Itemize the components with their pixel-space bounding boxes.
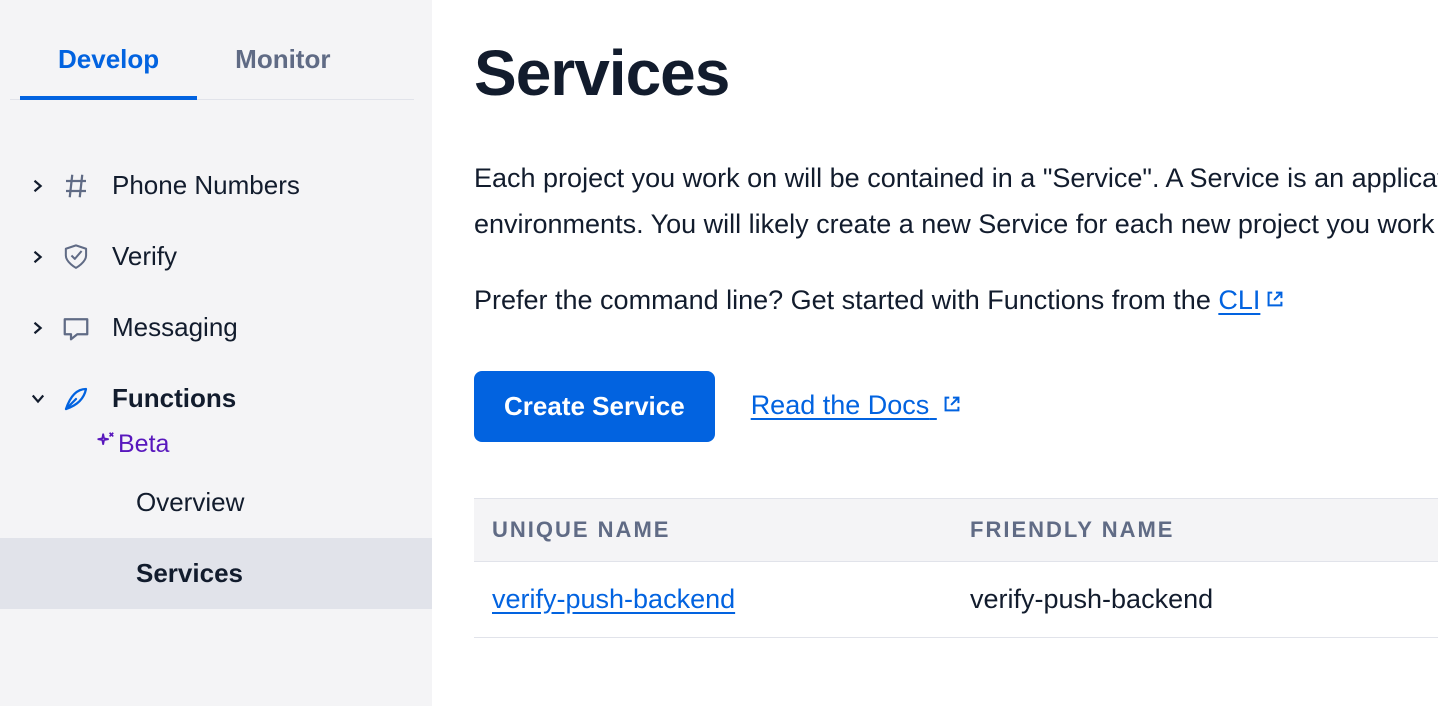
- read-docs-link[interactable]: Read the Docs: [751, 390, 963, 422]
- cli-link[interactable]: CLI: [1218, 285, 1286, 315]
- nav-item-label: Verify: [112, 241, 177, 272]
- th-friendly-name: Friendly Name: [970, 517, 1438, 543]
- sparkle-icon: [94, 430, 116, 459]
- description-line1: Each project you work on will be contain…: [474, 158, 1438, 200]
- tab-monitor[interactable]: Monitor: [197, 0, 368, 99]
- page-title: Services: [474, 36, 1438, 110]
- nav-item-messaging[interactable]: Messaging: [0, 292, 432, 363]
- tab-develop[interactable]: Develop: [20, 0, 197, 99]
- chevron-down-icon: [24, 392, 52, 406]
- sidebar-tabs: Develop Monitor: [10, 0, 414, 100]
- subnav-services[interactable]: Services: [0, 538, 432, 609]
- main-content: Services Each project you work on will b…: [432, 0, 1438, 706]
- nav-item-label: Messaging: [112, 312, 238, 343]
- actions-row: Create Service Read the Docs: [474, 371, 1438, 442]
- nav-item-functions[interactable]: Functions: [0, 363, 432, 434]
- cli-line: Prefer the command line? Get started wit…: [474, 280, 1438, 323]
- table-row: verify-push-backend verify-push-backend: [474, 562, 1438, 638]
- nav-item-verify[interactable]: Verify: [0, 221, 432, 292]
- nav-item-label: Phone Numbers: [112, 170, 300, 201]
- table-body: verify-push-backend verify-push-backend: [474, 562, 1438, 638]
- functions-submenu: Overview Services: [0, 467, 432, 609]
- hash-icon: [58, 171, 94, 201]
- chevron-right-icon: [24, 179, 52, 193]
- feather-icon: [58, 384, 94, 414]
- th-unique-name: Unique Name: [474, 517, 970, 543]
- beta-badge: Beta: [94, 430, 432, 459]
- external-link-icon: [1264, 281, 1286, 323]
- service-link[interactable]: verify-push-backend: [492, 584, 735, 614]
- external-link-icon: [941, 391, 963, 422]
- sidebar: Develop Monitor Phone Numbers: [0, 0, 432, 706]
- sidebar-nav: Phone Numbers Verify: [0, 100, 432, 609]
- td-friendly-name: verify-push-backend: [970, 584, 1438, 615]
- chevron-right-icon: [24, 321, 52, 335]
- nav-item-label: Functions: [112, 383, 236, 414]
- cli-prefix: Prefer the command line? Get started wit…: [474, 285, 1218, 315]
- description-line2: environments. You will likely create a n…: [474, 204, 1438, 246]
- shield-check-icon: [58, 242, 94, 272]
- td-unique-name: verify-push-backend: [474, 584, 970, 615]
- services-table: Unique Name Friendly Name verify-push-ba…: [474, 498, 1438, 638]
- table-header: Unique Name Friendly Name: [474, 498, 1438, 562]
- chat-icon: [58, 313, 94, 343]
- create-service-button[interactable]: Create Service: [474, 371, 715, 442]
- beta-label: Beta: [118, 430, 169, 459]
- chevron-right-icon: [24, 250, 52, 264]
- subnav-overview[interactable]: Overview: [0, 467, 432, 538]
- nav-item-phone-numbers[interactable]: Phone Numbers: [0, 150, 432, 221]
